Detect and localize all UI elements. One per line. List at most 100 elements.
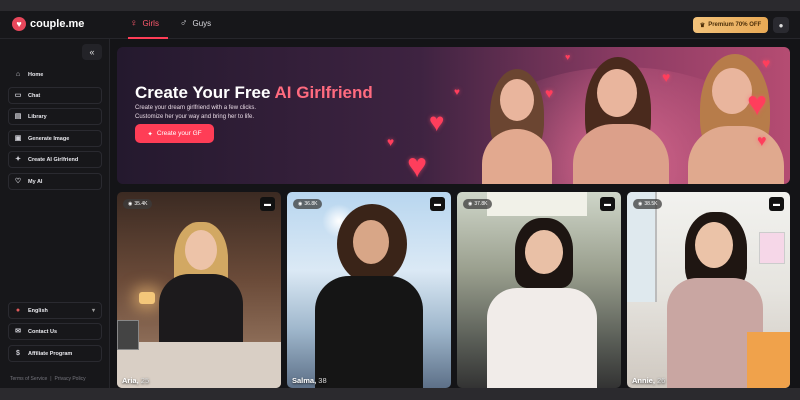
window-top-strip — [0, 0, 800, 11]
views-badge: ◉ 37.8K — [463, 199, 493, 209]
language-label: English — [28, 307, 48, 314]
floating-heart-icon: ♥ — [545, 85, 554, 101]
sidebar-item-home[interactable]: ⌂ Home — [8, 66, 102, 83]
views-count: 36.8K — [304, 201, 318, 207]
sidebar-item-chat[interactable]: ▭ Chat — [8, 87, 102, 104]
footer-links: Terms of Service | Privacy Policy — [10, 376, 86, 382]
banner-title: Create Your Free AI Girlfriend — [135, 83, 373, 103]
chat-icon: ▭ — [14, 91, 22, 99]
card-poster — [759, 232, 785, 264]
female-icon: ♀ — [130, 18, 138, 29]
sparkle-icon: ✦ — [15, 155, 21, 163]
chat-icon: ▬ — [604, 200, 611, 208]
terms-link[interactable]: Terms of Service — [10, 376, 47, 382]
views-count: 35.4K — [134, 201, 148, 207]
banner-model-right — [682, 52, 790, 184]
views-badge: ◉ 36.8K — [293, 199, 323, 209]
character-card[interactable]: ◉ 36.8K ▬ Salma, 38 — [287, 192, 451, 388]
collapse-sidebar-button[interactable]: « — [82, 44, 102, 60]
top-bar: ♥ couple.me ♀ Girls ♂ Guys ♛ Premium 70%… — [0, 11, 800, 39]
banner-subtitle-line: Create your dream girlfriend with a few … — [135, 105, 257, 111]
crown-icon: ♛ — [699, 22, 706, 29]
floating-heart-icon: ♥ — [662, 69, 671, 85]
sidebar-item-label: Affiliate Program — [28, 350, 73, 357]
character-age: 38 — [318, 376, 327, 385]
chat-button[interactable]: ▬ — [600, 197, 615, 211]
character-age: 26 — [657, 376, 666, 385]
character-age: 25 — [140, 376, 150, 385]
floating-heart-icon: ♥ — [454, 87, 460, 98]
premium-label: Premium 70% OFF — [708, 22, 762, 28]
language-selector[interactable]: ● English ▾ — [8, 302, 102, 319]
hero-banner: ♥ ♥ ♥ ♥ ♥ ♥ ♥ ♥ ♥ ♥ Create Your Free AI … — [117, 47, 790, 184]
footer-separator: | — [50, 376, 52, 382]
card-model-body — [487, 288, 597, 388]
chat-icon: ▬ — [434, 200, 441, 208]
logo-text: couple.me — [30, 18, 85, 30]
sidebar-item-label: My AI — [28, 178, 43, 185]
dollar-icon: $ — [16, 349, 20, 357]
character-card[interactable]: ◉ 38.5K ▬ Annie, 26 — [627, 192, 790, 388]
premium-button[interactable]: ♛ Premium 70% OFF — [693, 17, 768, 33]
home-icon: ⌂ — [15, 70, 21, 78]
eye-icon: ◉ — [638, 201, 643, 207]
views-badge: ◉ 38.5K — [633, 199, 663, 209]
create-gf-button[interactable]: ✦ Create your GF — [135, 124, 214, 143]
flag-icon: ● — [15, 306, 21, 314]
sidebar-item-affiliate-program[interactable]: $ Affiliate Program — [8, 345, 102, 362]
card-model-face — [185, 230, 217, 270]
floating-heart-icon: ♥ — [387, 135, 395, 149]
floating-heart-icon: ♥ — [429, 107, 445, 137]
double-chevron-left-icon: « — [89, 47, 95, 57]
sparkle-icon: ✦ — [147, 130, 153, 138]
create-gf-label: Create your GF — [156, 130, 202, 137]
chat-button[interactable]: ▬ — [260, 197, 275, 211]
sidebar-item-contact-us[interactable]: ✉ Contact Us — [8, 323, 102, 340]
logo[interactable]: ♥ couple.me — [12, 17, 84, 31]
sidebar: « ⌂ Home ▭ Chat ▤ Library ▣ Generate Ima… — [0, 39, 110, 388]
sidebar-item-label: Library — [28, 113, 47, 120]
character-card[interactable]: ◉ 37.8K ▬ — [457, 192, 621, 388]
card-model-face — [695, 222, 733, 268]
card-lamp — [139, 292, 155, 304]
user-button[interactable]: ● — [773, 17, 789, 33]
card-table — [747, 332, 790, 388]
active-tab-indicator — [128, 37, 168, 39]
character-name: Annie, — [632, 376, 655, 385]
heart-icon: ♥ — [12, 17, 26, 31]
eye-icon: ◉ — [468, 201, 473, 207]
views-badge: ◉ 35.4K — [123, 199, 153, 209]
chat-button[interactable]: ▬ — [769, 197, 784, 211]
mail-icon: ✉ — [15, 327, 21, 335]
floating-heart-icon: ♥ — [757, 133, 767, 150]
card-model-face — [525, 230, 563, 274]
card-model-body — [315, 276, 423, 388]
card-name: Annie, 26 — [632, 376, 665, 385]
card-model-face — [353, 220, 389, 264]
library-icon: ▤ — [14, 112, 22, 120]
banner-title-accent: AI Girlfriend — [274, 83, 373, 102]
floating-heart-icon: ♥ — [747, 85, 768, 123]
tab-guys[interactable]: ♂ Guys — [180, 18, 211, 29]
sidebar-item-create-ai-girlfriend[interactable]: ✦ Create AI Girlfriend — [8, 151, 102, 168]
sidebar-item-label: Generate Image — [28, 135, 70, 142]
card-name: Aria, 25 — [122, 376, 149, 385]
privacy-link[interactable]: Privacy Policy — [55, 376, 86, 382]
sidebar-item-generate-image[interactable]: ▣ Generate Image — [8, 130, 102, 147]
chat-button[interactable]: ▬ — [430, 197, 445, 211]
tab-girls[interactable]: ♀ Girls — [130, 18, 159, 29]
character-card[interactable]: ◉ 35.4K ▬ Aria, 25 — [117, 192, 281, 388]
sidebar-item-my-ai[interactable]: ♡ My AI — [8, 173, 102, 190]
window-bottom-strip — [0, 388, 800, 400]
card-ceiling-lights — [487, 192, 587, 216]
eye-icon: ◉ — [128, 201, 133, 207]
card-name: Salma, 38 — [292, 376, 327, 385]
sidebar-item-library[interactable]: ▤ Library — [8, 108, 102, 125]
chat-icon: ▬ — [773, 200, 780, 208]
character-name: Salma, — [292, 376, 317, 385]
heart-icon: ♡ — [14, 177, 22, 185]
chevron-down-icon: ▾ — [91, 308, 95, 314]
card-laptop — [117, 320, 139, 350]
banner-subtitle-line: Customize her your way and bring her to … — [135, 114, 255, 120]
tab-guys-label: Guys — [192, 19, 212, 28]
